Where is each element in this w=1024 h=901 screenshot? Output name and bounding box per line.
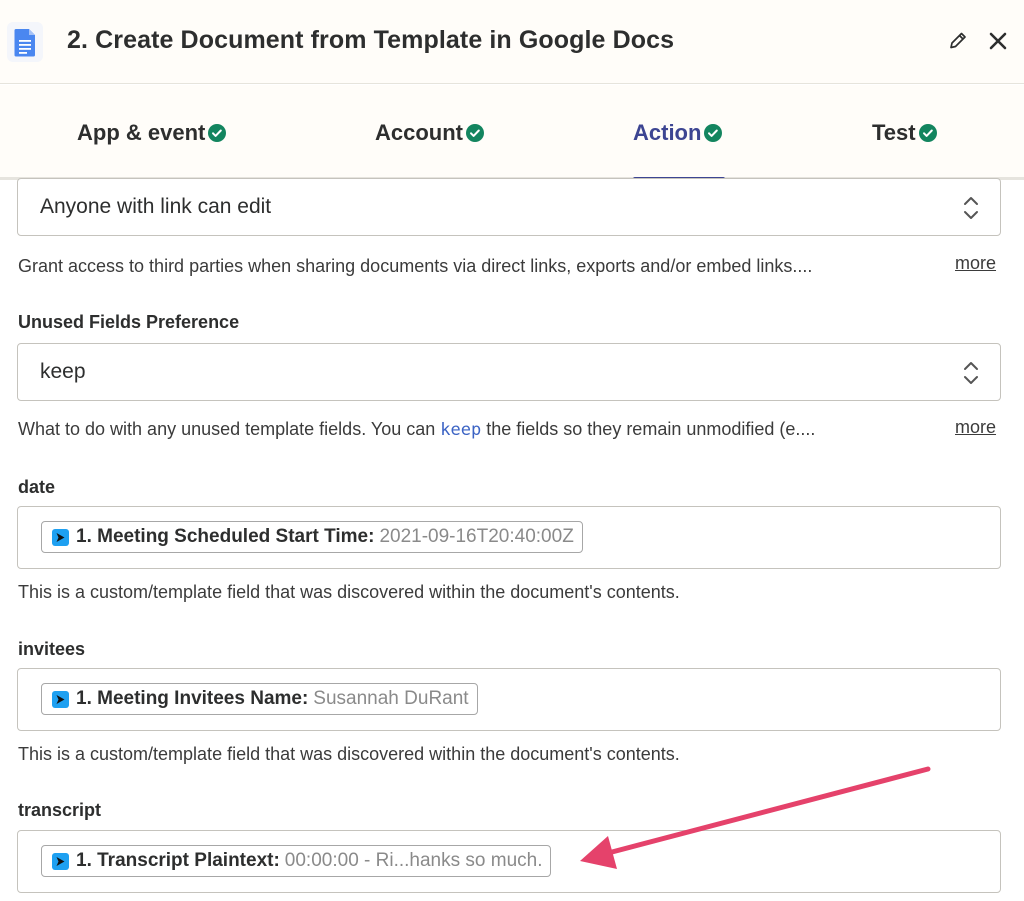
zoom-app-icon xyxy=(52,690,69,708)
tab-label: Action xyxy=(633,119,702,145)
date-help-text: This is a custom/template field that was… xyxy=(18,582,680,602)
chevron-up-down-icon xyxy=(964,197,978,219)
chevron-up-down-icon xyxy=(964,362,978,384)
unused-fields-more-link[interactable]: more xyxy=(955,417,996,438)
unused-fields-help-text: What to do with any unused template fiel… xyxy=(18,419,815,440)
tab-test[interactable]: Test xyxy=(872,85,937,180)
tab-app-event[interactable]: App & event xyxy=(77,85,227,180)
step-tabs: App & event Account Action Test xyxy=(0,85,1024,181)
mapped-field-pill[interactable]: 1. Meeting Invitees Name: Susannah DuRan… xyxy=(41,683,478,715)
invitees-label: invitees xyxy=(18,639,86,659)
check-circle-icon xyxy=(208,124,227,142)
date-field[interactable]: 1. Meeting Scheduled Start Time: 2021-09… xyxy=(17,506,1001,569)
pill-key: 1. Meeting Scheduled Start Time: xyxy=(76,526,375,547)
zoom-app-icon xyxy=(52,528,69,546)
modal-header: 2. Create Document from Template in Goog… xyxy=(0,0,1024,84)
page-title: 2. Create Document from Template in Goog… xyxy=(67,26,675,54)
mapped-field-pill[interactable]: 1. Meeting Scheduled Start Time: 2021-09… xyxy=(41,521,583,553)
sharing-preference-select[interactable]: Anyone with link can edit xyxy=(17,178,1001,236)
unused-fields-label: Unused Fields Preference xyxy=(18,312,240,332)
transcript-label: transcript xyxy=(18,800,102,820)
pill-value: Susannah DuRant xyxy=(313,688,469,709)
mapped-field-pill[interactable]: 1. Transcript Plaintext: 00:00:00 - Ri..… xyxy=(41,845,552,877)
check-circle-icon xyxy=(466,124,484,142)
pill-value: 2021-09-16T20:40:00Z xyxy=(379,526,574,547)
help-text-end: the fields so they remain unmodified (e.… xyxy=(481,419,816,439)
zoom-app-icon xyxy=(52,852,69,870)
google-docs-icon xyxy=(7,22,43,62)
tab-label: App & event xyxy=(77,119,206,145)
tab-account[interactable]: Account xyxy=(375,85,484,180)
help-text-start: What to do with any unused template fiel… xyxy=(18,419,441,439)
close-icon[interactable] xyxy=(984,27,1012,55)
help-code: keep xyxy=(440,420,482,440)
select-value: keep xyxy=(40,360,86,383)
form-content: Anyone with link can edit Grant access t… xyxy=(0,178,1024,901)
pencil-icon[interactable] xyxy=(945,28,971,54)
tab-label: Test xyxy=(872,119,916,145)
pill-key: 1. Transcript Plaintext: xyxy=(76,850,280,871)
sharing-more-link[interactable]: more xyxy=(955,253,996,274)
tab-action[interactable]: Action xyxy=(633,85,723,180)
tab-label: Account xyxy=(375,119,463,145)
invitees-field[interactable]: 1. Meeting Invitees Name: Susannah DuRan… xyxy=(17,668,1001,731)
check-circle-icon xyxy=(704,124,723,142)
pill-key: 1. Meeting Invitees Name: xyxy=(76,688,309,709)
invitees-help-text: This is a custom/template field that was… xyxy=(18,744,680,764)
date-label: date xyxy=(18,477,56,497)
sharing-help-text: Grant access to third parties when shari… xyxy=(18,256,813,276)
unused-fields-select[interactable]: keep xyxy=(17,343,1001,401)
check-circle-icon xyxy=(918,124,937,142)
select-value: Anyone with link can edit xyxy=(40,195,272,218)
transcript-field[interactable]: 1. Transcript Plaintext: 00:00:00 - Ri..… xyxy=(17,830,1001,893)
pill-value: 00:00:00 - Ri...hanks so much. xyxy=(284,850,543,871)
